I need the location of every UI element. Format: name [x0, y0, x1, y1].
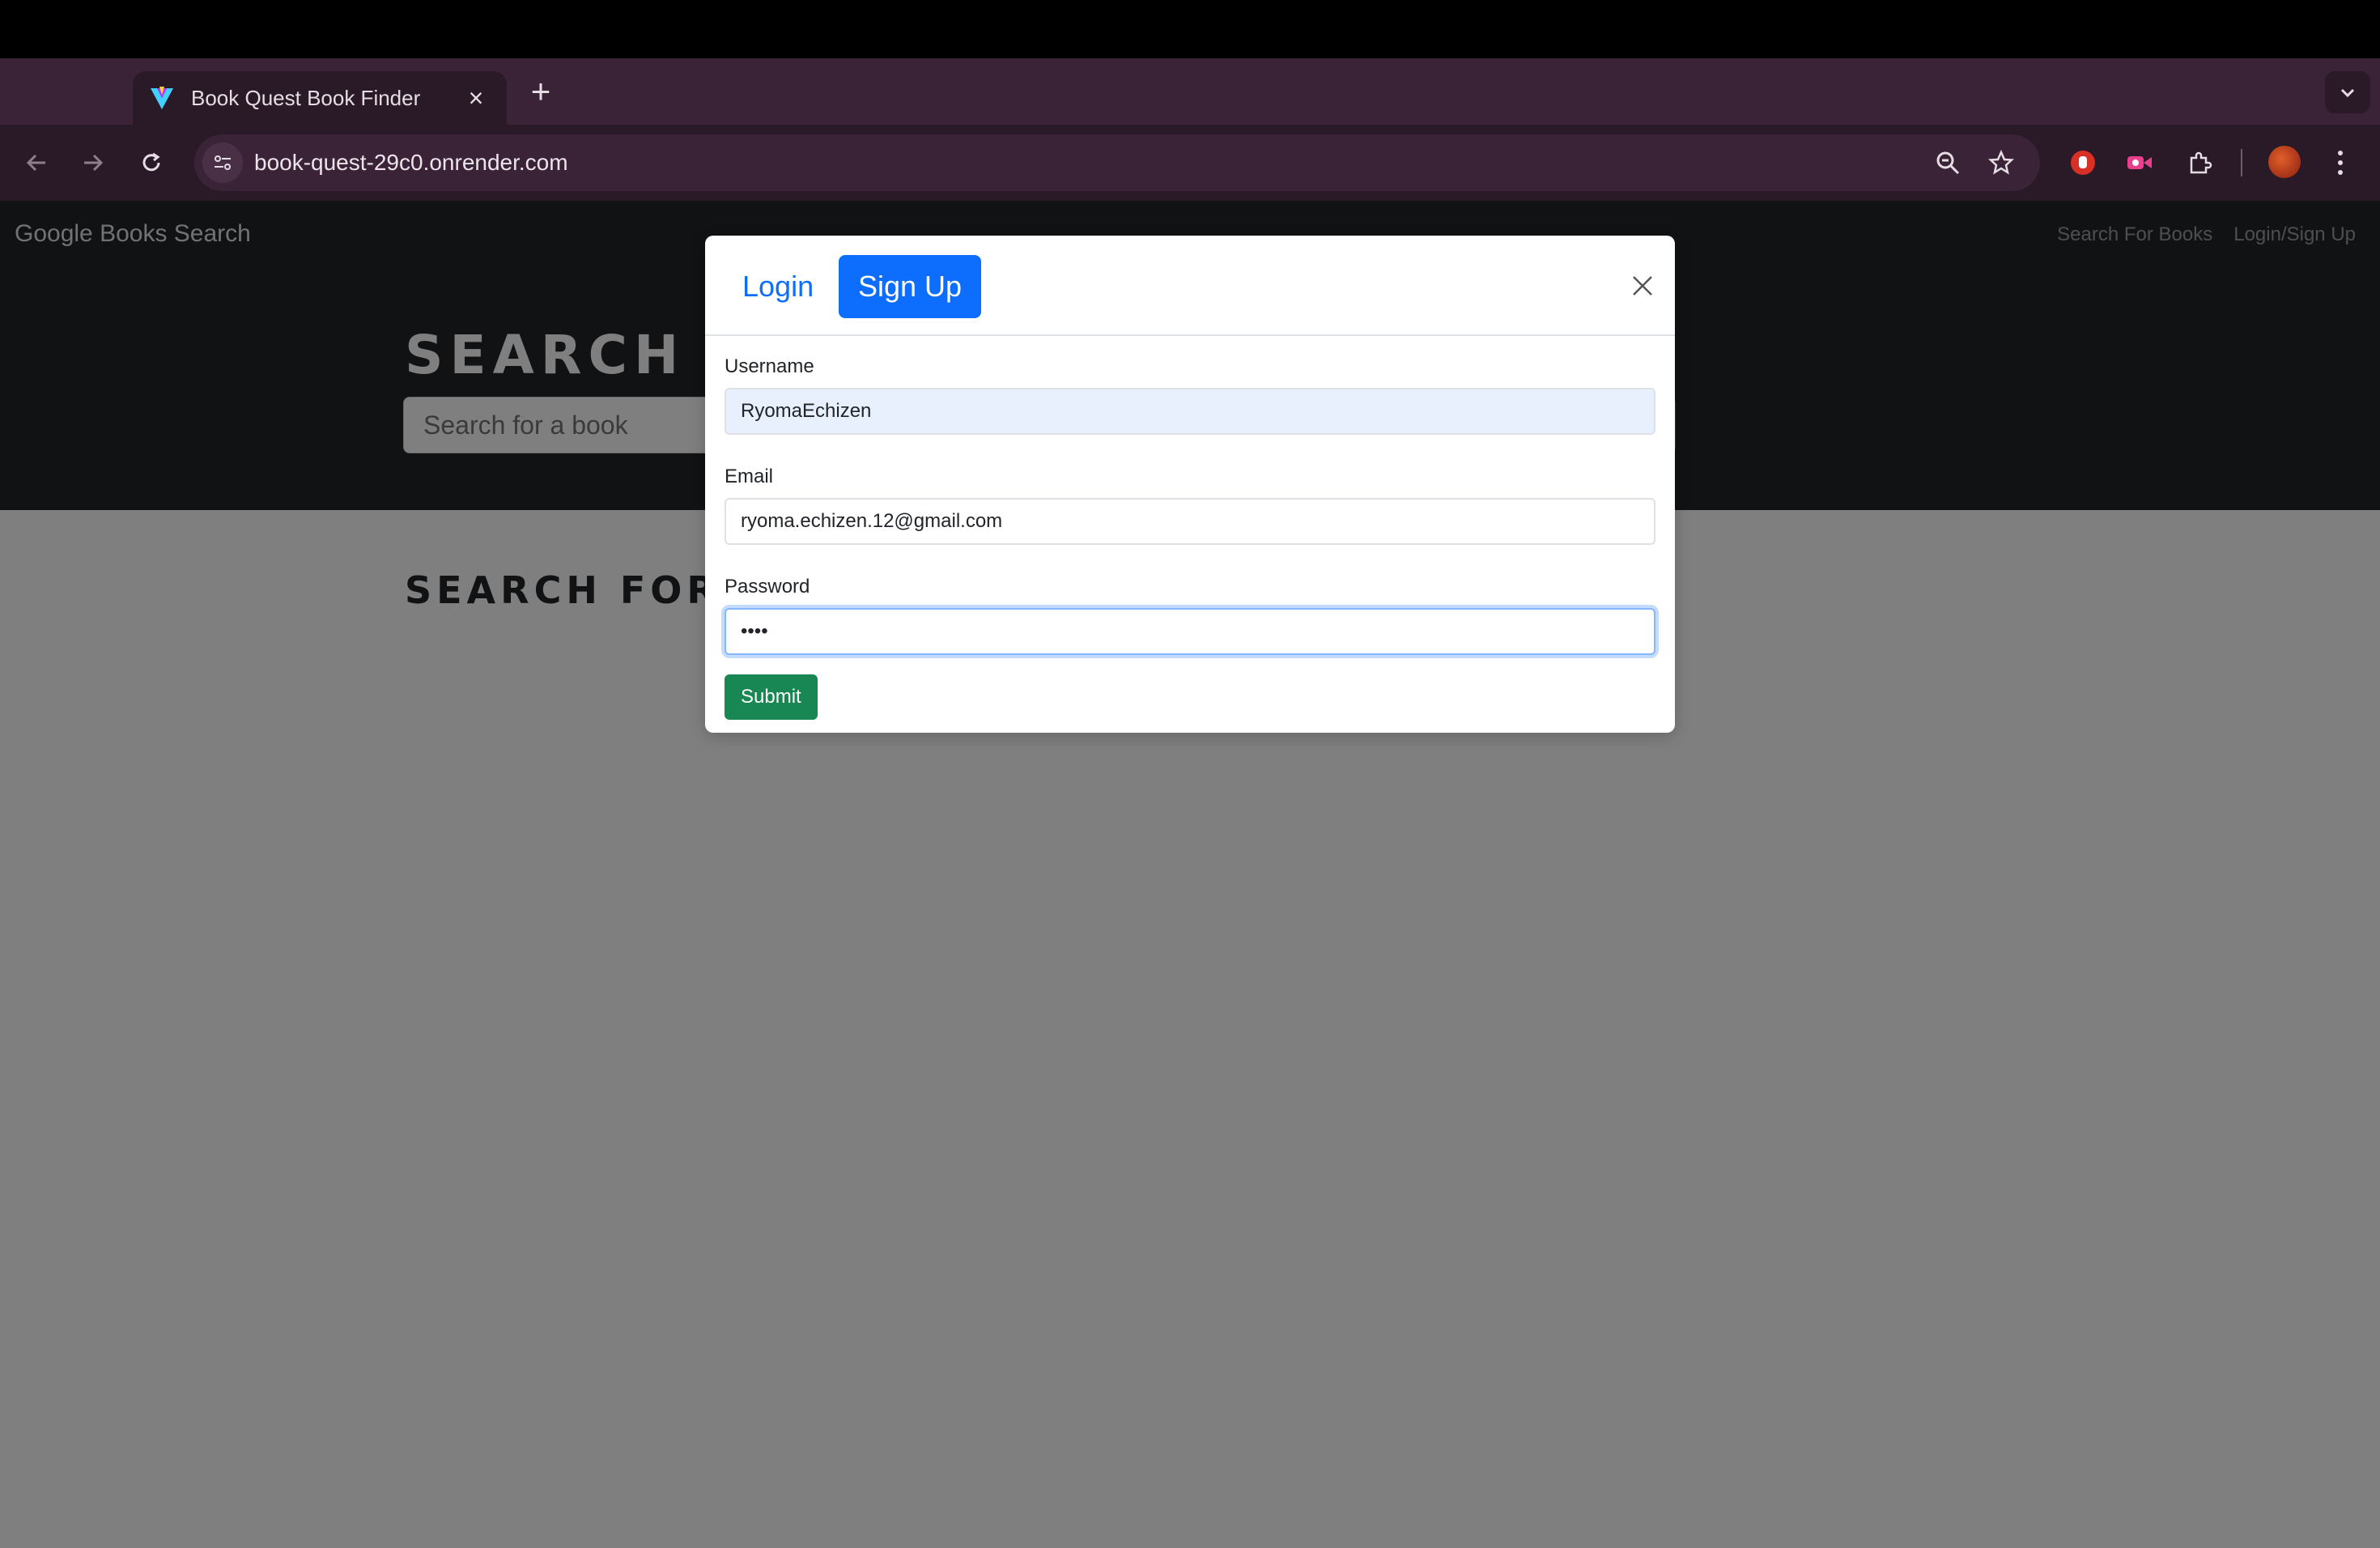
signup-modal: Login Sign Up Username Email Password Su… [705, 236, 1675, 733]
profile-avatar[interactable] [2268, 146, 2301, 178]
chevron-down-icon[interactable] [2325, 71, 2370, 113]
username-field[interactable] [725, 388, 1655, 435]
page-viewport: Google Books Search Search For Books Log… [0, 201, 2380, 1548]
reload-icon[interactable] [133, 144, 170, 181]
toolbar-divider [2241, 149, 2242, 176]
star-icon[interactable] [1987, 148, 2016, 177]
email-label: Email [725, 466, 774, 487]
screen-top-bar [0, 0, 2380, 58]
favicon-icon [149, 85, 175, 111]
password-label: Password [725, 576, 810, 598]
url-text[interactable]: book-quest-29c0.onrender.com [254, 150, 568, 176]
tab-strip: Book Quest Book Finder × + [0, 58, 2380, 125]
forward-icon[interactable] [74, 144, 112, 181]
plus-icon[interactable]: + [525, 74, 557, 108]
tab-signup[interactable]: Sign Up [839, 255, 982, 318]
back-icon[interactable] [18, 144, 55, 181]
zoom-icon[interactable] [1933, 148, 1962, 177]
hand-extension-icon[interactable] [2064, 144, 2102, 181]
signup-form: Username Email Password Submit [725, 355, 1655, 720]
browser-tab[interactable]: Book Quest Book Finder × [133, 71, 507, 125]
close-icon[interactable]: × [461, 85, 491, 111]
submit-button[interactable]: Submit [725, 674, 818, 720]
video-extension-icon[interactable] [2121, 144, 2158, 181]
username-label: Username [725, 355, 814, 377]
tab-title: Book Quest Book Finder [191, 85, 421, 110]
close-icon[interactable] [1628, 271, 1657, 300]
tab-login[interactable]: Login [723, 255, 833, 318]
browser-toolbar: book-quest-29c0.onrender.com [0, 125, 2380, 201]
modal-header: Login Sign Up [705, 236, 1675, 336]
address-bar[interactable]: book-quest-29c0.onrender.com [194, 134, 2040, 191]
extension-icon[interactable] [2181, 144, 2218, 181]
site-settings-icon[interactable] [202, 142, 243, 183]
kebab-menu-icon[interactable] [2328, 144, 2352, 181]
email-field[interactable] [725, 498, 1655, 545]
password-field[interactable] [725, 608, 1655, 655]
